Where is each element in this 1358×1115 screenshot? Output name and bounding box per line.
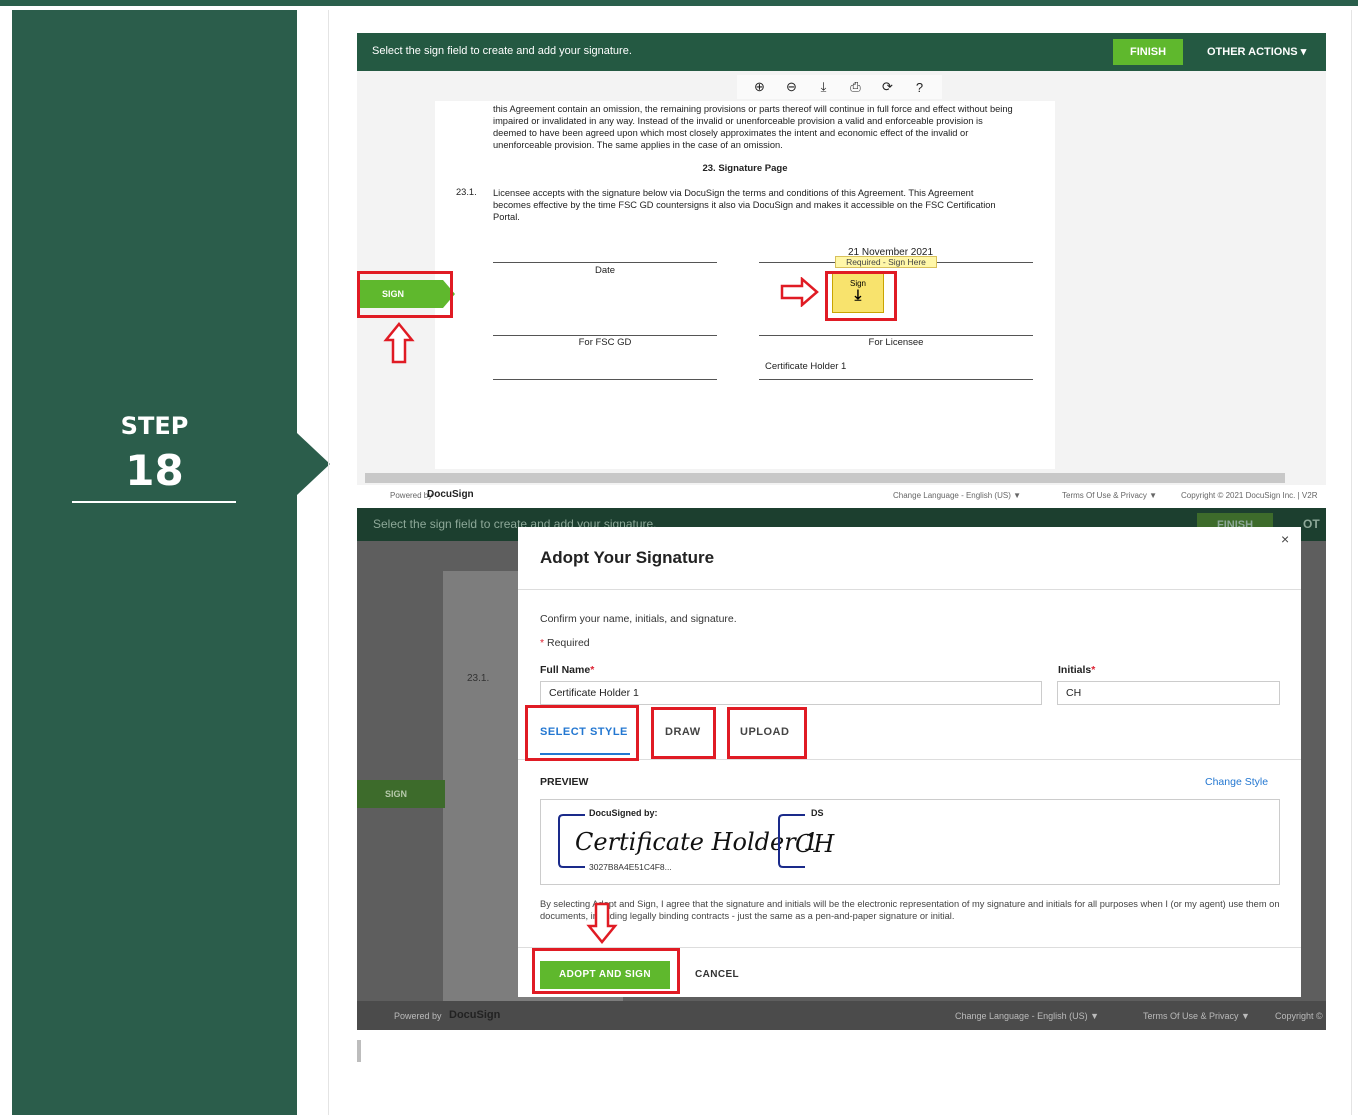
agreement-paragraph: this Agreement contain an omission, the …	[493, 104, 1013, 150]
required-sign-here-tooltip: Required - Sign Here	[835, 256, 937, 268]
adopt-button-highlight	[532, 948, 680, 994]
terms-link[interactable]: Terms Of Use & Privacy ▼	[1062, 491, 1157, 500]
for-licensee-label: For Licensee	[868, 337, 924, 348]
initials-label: Initials*	[1058, 664, 1095, 676]
zoom-in-icon[interactable]: ⊕	[749, 79, 771, 95]
powered-by-text: Powered by	[390, 491, 433, 500]
preview-label: PREVIEW	[540, 776, 589, 788]
dimmed-other-actions: OT	[1303, 517, 1320, 531]
date-line	[493, 262, 717, 263]
document-toolbar: ⊕ ⊖ ⤓ ⎙ ⟳ ?	[737, 75, 942, 99]
full-name-input[interactable]: Certificate Holder 1	[540, 681, 1042, 705]
select-style-highlight	[525, 705, 639, 761]
adopt-signature-modal: Adopt Your Signature × Confirm your name…	[518, 527, 1301, 997]
agreement-disclaimer: By selecting Adopt and Sign, I agree tha…	[540, 899, 1280, 921]
dimmed-clause-number: 23.1.	[467, 673, 490, 684]
fsc-signature-line	[493, 335, 717, 336]
required-text: Required	[544, 637, 590, 649]
full-name-required-star: *	[590, 664, 595, 676]
modal-title: Adopt Your Signature	[540, 548, 715, 567]
dimmed-docusign-logo: DocuSign	[449, 1009, 501, 1021]
adopt-signature-screenshot: Select the sign field to create and add …	[357, 508, 1326, 1030]
change-style-link[interactable]: Change Style	[1205, 776, 1268, 788]
document-page: this Agreement contain an omission, the …	[435, 101, 1055, 469]
cancel-button[interactable]: CANCEL	[695, 961, 739, 989]
rotate-icon[interactable]: ⟳	[877, 79, 899, 95]
content-divider	[328, 10, 329, 1115]
sign-tab-highlight	[357, 271, 453, 318]
docusign-header-bar: Select the sign field to create and add …	[357, 33, 1326, 71]
dimmed-change-language: Change Language - English (US) ▼	[955, 1011, 1099, 1021]
step-word: STEP	[120, 412, 189, 440]
print-icon[interactable]: ⎙	[845, 79, 867, 95]
right-arrow-icon	[780, 277, 819, 307]
close-icon[interactable]: ×	[1281, 531, 1289, 547]
signature-preview: DocuSigned by: Certificate Holder 1 3027…	[540, 799, 1280, 885]
header-message: Select the sign field to create and add …	[372, 45, 632, 57]
other-actions-menu[interactable]: OTHER ACTIONS ▾	[1207, 45, 1306, 58]
copyright-text: Copyright © 2021 DocuSign Inc. | V2R	[1181, 491, 1318, 500]
clause-text: Licensee accepts with the signature belo…	[493, 188, 996, 222]
upload-tab-highlight	[727, 707, 807, 759]
docusign-logo: DocuSign	[427, 489, 474, 500]
step-underline	[72, 501, 236, 503]
dimmed-terms: Terms Of Use & Privacy ▼	[1143, 1011, 1250, 1021]
docusign-footer: Powered by DocuSign Change Language - En…	[357, 485, 1326, 505]
down-arrow-icon	[586, 902, 618, 944]
zoom-out-icon[interactable]: ⊖	[781, 79, 803, 95]
initials-input[interactable]: CH	[1057, 681, 1280, 705]
step-pointer-arrow	[297, 433, 330, 495]
confirm-instruction: Confirm your name, initials, and signatu…	[540, 613, 737, 625]
clause-number: 23.1.	[456, 187, 477, 197]
finish-button[interactable]: FINISH	[1113, 39, 1183, 65]
initials-script: CH	[795, 830, 835, 858]
text-cursor-bar	[357, 1040, 361, 1062]
ds-label: DS	[811, 808, 824, 818]
full-name-label: Full Name*	[540, 664, 594, 676]
envelope-id: 3027B8A4E51C4F8...	[589, 862, 672, 872]
licensee-signature-line	[759, 335, 1033, 336]
for-fsc-label: For FSC GD	[578, 337, 632, 348]
dimmed-copyright: Copyright ©	[1275, 1011, 1323, 1021]
initials-required-star: *	[1091, 664, 1096, 676]
licensee-name-line	[759, 379, 1033, 380]
docusigned-by-label: DocuSigned by:	[589, 808, 658, 818]
step-sidebar: STEP 18	[12, 10, 297, 1115]
change-language-link[interactable]: Change Language - English (US) ▼	[893, 491, 1021, 500]
up-arrow-icon	[383, 322, 415, 364]
required-note: * Required	[540, 637, 590, 649]
section-title: 23. Signature Page	[702, 163, 788, 174]
date-label: Date	[594, 265, 616, 276]
horizontal-scrollbar[interactable]	[365, 473, 1285, 483]
modal-divider	[518, 589, 1301, 590]
download-icon[interactable]: ⤓	[813, 79, 835, 95]
fsc-name-line	[493, 379, 717, 380]
docusign-document-screenshot: Select the sign field to create and add …	[357, 33, 1326, 505]
dimmed-powered-by: Powered by	[394, 1011, 442, 1021]
dimmed-footer: Powered by DocuSign Change Language - En…	[357, 1001, 1326, 1030]
full-name-label-text: Full Name	[540, 664, 591, 676]
initials-label-text: Initials	[1058, 664, 1092, 676]
dimmed-sign-tab: SIGN	[357, 780, 445, 808]
certificate-holder-label: Certificate Holder 1	[765, 361, 847, 372]
draw-tab-highlight	[651, 707, 716, 759]
right-divider	[1351, 10, 1352, 1115]
top-rule	[0, 0, 1358, 6]
sign-field-highlight	[825, 271, 897, 321]
step-number: 18	[125, 446, 184, 495]
help-icon[interactable]: ?	[909, 80, 931, 95]
